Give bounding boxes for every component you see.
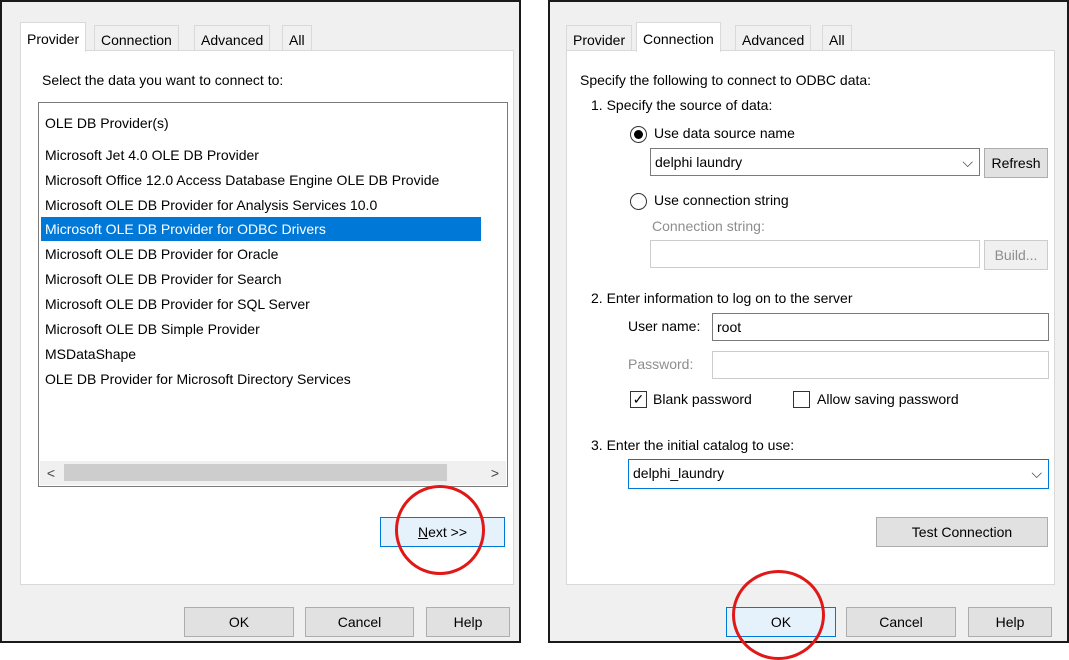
tab-provider[interactable]: Provider — [20, 22, 87, 52]
cancel-button[interactable]: Cancel — [305, 607, 414, 637]
tab-connection[interactable]: Connection — [636, 22, 721, 52]
instruction-label: Select the data you want to connect to: — [42, 72, 284, 88]
password-label: Password: — [628, 356, 694, 372]
build-button[interactable]: Build... — [984, 240, 1048, 270]
radio-dot-icon — [634, 130, 643, 139]
list-item[interactable]: Microsoft OLE DB Provider for Oracle — [41, 242, 481, 266]
next-label: ext >> — [428, 524, 468, 540]
next-button[interactable]: Next >> — [380, 517, 505, 547]
next-hotkey: N — [417, 524, 429, 540]
step2-label: 2. Enter information to log on to the se… — [591, 290, 853, 306]
list-item[interactable]: Microsoft Jet 4.0 OLE DB Provider — [41, 143, 481, 167]
intro-label: Specify the following to connect to ODBC… — [580, 72, 872, 88]
step1-label: 1. Specify the source of data: — [591, 97, 773, 113]
ok-button[interactable]: OK — [184, 607, 294, 637]
scroll-thumb[interactable] — [64, 464, 447, 481]
list-item[interactable]: OLE DB Provider for Microsoft Directory … — [41, 367, 481, 391]
tab-all[interactable]: All — [282, 25, 312, 51]
connection-string-label: Connection string: — [652, 218, 765, 234]
list-item[interactable]: Microsoft OLE DB Provider for SQL Server — [41, 292, 481, 316]
list-item[interactable]: Microsoft Office 12.0 Access Database En… — [41, 168, 481, 192]
tab-advanced[interactable]: Advanced — [194, 25, 271, 51]
horizontal-scrollbar[interactable]: < > — [40, 461, 506, 485]
allow-saving-checkbox[interactable] — [793, 391, 810, 408]
scroll-left-icon[interactable]: < — [40, 461, 62, 485]
list-item[interactable]: Microsoft OLE DB Simple Provider — [41, 317, 481, 341]
catalog-value: delphi_laundry — [633, 465, 725, 481]
tab-all[interactable]: All — [822, 25, 852, 51]
scroll-right-icon[interactable]: > — [484, 461, 506, 485]
provider-list[interactable]: OLE DB Provider(s) Microsoft Jet 4.0 OLE… — [38, 102, 508, 487]
dsn-dropdown[interactable]: delphi laundry ⌵ — [650, 148, 980, 176]
radio-connection-string[interactable] — [630, 193, 647, 210]
check-icon: ✓ — [632, 391, 645, 407]
tab-bar: Provider Connection Advanced All — [20, 22, 519, 52]
tab-connection[interactable]: Connection — [94, 25, 179, 51]
blank-password-checkbox[interactable]: ✓ — [630, 391, 647, 408]
tab-provider[interactable]: Provider — [566, 25, 633, 51]
connection-string-input[interactable] — [650, 240, 980, 268]
test-connection-button[interactable]: Test Connection — [876, 517, 1048, 547]
radio-dsn[interactable] — [630, 126, 647, 143]
provider-dialog: Provider Connection Advanced All Select … — [0, 0, 521, 643]
list-item[interactable]: Microsoft OLE DB Provider for Analysis S… — [41, 193, 481, 217]
refresh-button[interactable]: Refresh — [984, 148, 1048, 178]
dsn-value: delphi laundry — [655, 154, 743, 170]
radio-connstr-label[interactable]: Use connection string — [654, 192, 789, 208]
list-item[interactable]: MSDataShape — [41, 342, 481, 366]
username-input[interactable]: root — [712, 313, 1049, 341]
step3-label: 3. Enter the initial catalog to use: — [591, 437, 795, 453]
list-item-selected[interactable]: Microsoft OLE DB Provider for ODBC Drive… — [41, 217, 481, 241]
allow-saving-label[interactable]: Allow saving password — [817, 391, 959, 407]
help-button[interactable]: Help — [426, 607, 510, 637]
help-button[interactable]: Help — [968, 607, 1052, 637]
list-header: OLE DB Provider(s) — [45, 115, 169, 131]
connection-dialog: Provider Connection Advanced All Specify… — [548, 0, 1069, 660]
username-label: User name: — [628, 318, 701, 334]
catalog-dropdown[interactable]: delphi_laundry ⌵ — [628, 459, 1049, 489]
tab-bar: Provider Connection Advanced All — [566, 22, 1067, 52]
tab-advanced[interactable]: Advanced — [735, 25, 812, 51]
ok-button[interactable]: OK — [726, 607, 836, 637]
radio-dsn-label[interactable]: Use data source name — [654, 125, 795, 141]
chevron-down-icon: ⌵ — [1031, 465, 1042, 481]
blank-password-label[interactable]: Blank password — [653, 391, 752, 407]
cancel-button[interactable]: Cancel — [846, 607, 956, 637]
list-item[interactable]: Microsoft OLE DB Provider for Search — [41, 267, 481, 291]
chevron-down-icon: ⌵ — [962, 154, 973, 170]
password-input[interactable] — [712, 351, 1049, 379]
